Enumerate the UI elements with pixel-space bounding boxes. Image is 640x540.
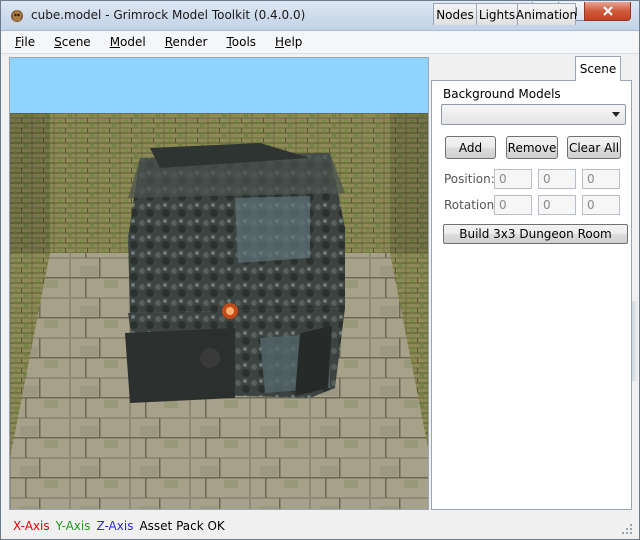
- x-axis-label: X-Axis: [13, 519, 50, 533]
- position-y-field[interactable]: 0: [538, 169, 576, 189]
- z-axis-label: Z-Axis: [96, 519, 134, 533]
- menu-scene[interactable]: Scene: [54, 35, 91, 49]
- tab-scene[interactable]: Scene: [575, 56, 621, 81]
- background-models-label: Background Models: [443, 87, 561, 101]
- rotation-label: Rotation:: [444, 198, 499, 212]
- menu-bar: File Scene Model Render Tools Help: [1, 31, 639, 54]
- position-label: Position:: [444, 172, 495, 186]
- tab-lights[interactable]: Lights: [476, 3, 518, 25]
- menu-model[interactable]: Model: [110, 35, 146, 49]
- cube-model: [125, 143, 345, 403]
- resize-grip-icon[interactable]: [621, 523, 633, 535]
- rotation-z-field[interactable]: 0: [582, 195, 620, 215]
- rotation-x-field[interactable]: 0: [494, 195, 532, 215]
- dungeon-scene-render: [10, 58, 428, 509]
- grimrock-app-icon: [11, 10, 23, 22]
- tab-animation[interactable]: Animation: [516, 3, 577, 25]
- build-dungeon-room-button[interactable]: Build 3x3 Dungeon Room: [443, 224, 628, 244]
- chevron-down-icon: [612, 112, 620, 117]
- rotation-y-field[interactable]: 0: [538, 195, 576, 215]
- background-models-dropdown[interactable]: [441, 104, 626, 125]
- status-message: Asset Pack OK: [139, 519, 225, 533]
- position-x-field[interactable]: 0: [494, 169, 532, 189]
- menu-help[interactable]: Help: [275, 35, 302, 49]
- menu-tools[interactable]: Tools: [226, 35, 256, 49]
- window-edge: [632, 301, 638, 381]
- menu-file[interactable]: File: [15, 35, 35, 49]
- status-bar: X-Axis Y-Axis Z-Axis Asset Pack OK: [1, 513, 639, 539]
- 3d-viewport[interactable]: [9, 57, 429, 510]
- menu-render[interactable]: Render: [165, 35, 208, 49]
- add-button[interactable]: Add: [445, 136, 496, 159]
- app-window: cube.model - Grimrock Model Toolkit (0.4…: [0, 0, 640, 540]
- position-z-field[interactable]: 0: [582, 169, 620, 189]
- clear-all-button[interactable]: Clear All: [567, 136, 621, 159]
- close-button[interactable]: [584, 2, 631, 21]
- tab-nodes[interactable]: Nodes: [433, 3, 477, 25]
- y-axis-label: Y-Axis: [55, 519, 91, 533]
- remove-button[interactable]: Remove: [506, 136, 558, 159]
- close-icon: [602, 6, 613, 16]
- window-title: cube.model - Grimrock Model Toolkit (0.4…: [31, 8, 306, 22]
